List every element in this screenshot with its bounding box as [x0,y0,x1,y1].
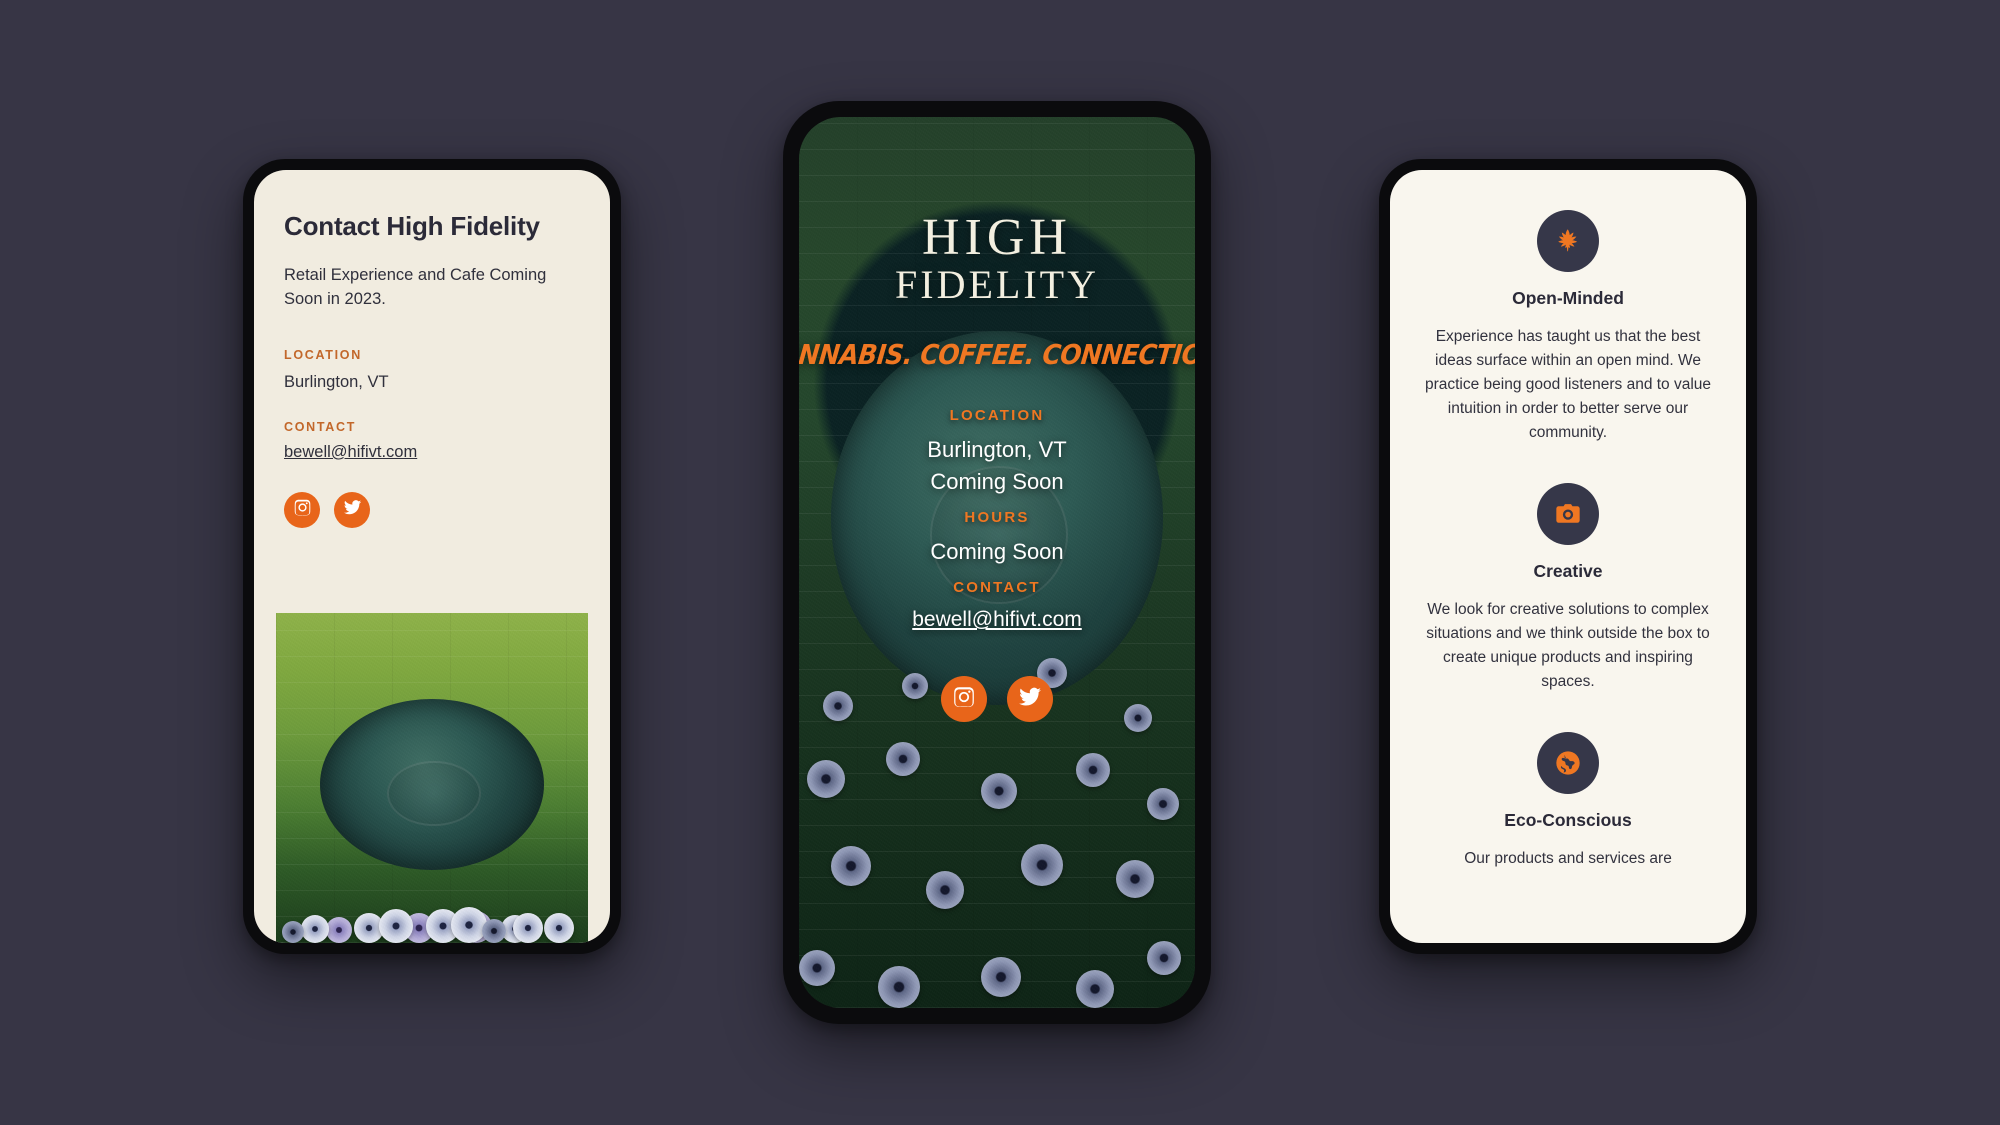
value-title: Open-Minded [1512,288,1624,308]
left-phone-screen: Contact High Fidelity Retail Experience … [254,170,610,943]
film-grain [276,613,588,943]
instagram-link[interactable] [941,676,987,723]
hero-content: HIGH FIDELITY CANNABIS. COFFEE. CONNECTI… [799,117,1195,1008]
twitter-icon [343,498,362,522]
location-value: Burlington, VT [927,437,1067,463]
lead-paragraph: Retail Experience and Cafe Coming Soon i… [284,265,547,308]
instagram-icon [952,685,976,714]
social-links [941,676,1053,723]
location-label: LOCATION [284,347,362,362]
value-body: We look for creative solutions to comple… [1426,601,1710,691]
twitter-link[interactable] [334,491,370,528]
value-body: Experience has taught us that the best i… [1424,328,1712,442]
twitter-link[interactable] [1007,676,1053,723]
logo-line-1: HIGH [922,209,1072,266]
phone-center: HIGH FIDELITY CANNABIS. COFFEE. CONNECTI… [783,101,1211,1024]
cannabis-leaf-icon [1537,210,1599,272]
photo-artwork [276,613,588,943]
email-link[interactable]: bewell@hifivt.com [912,608,1082,632]
contact-label: CONTACT [953,579,1041,597]
phone-right: Open-Minded Experience has taught us tha… [1379,159,1757,954]
landing-hero-screen: HIGH FIDELITY CANNABIS. COFFEE. CONNECTI… [799,117,1195,1008]
location-status: Coming Soon [930,469,1064,495]
instagram-link[interactable] [284,491,320,528]
email-link[interactable]: bewell@hifivt.com [284,443,417,462]
right-phone-screen: Open-Minded Experience has taught us tha… [1390,170,1746,943]
screenshot-stage: Contact High Fidelity Retail Experience … [0,0,2000,1125]
value-card-creative: Creative We look for creative solutions … [1420,483,1716,694]
hours-label: HOURS [964,509,1030,527]
value-card-open-minded: Open-Minded Experience has taught us tha… [1420,210,1716,445]
camera-icon [1537,483,1599,546]
value-title: Eco-Conscious [1504,810,1632,831]
value-card-eco-conscious: Eco-Conscious Our products and services … [1420,732,1716,871]
location-label: LOCATION [949,407,1045,425]
phone-left: Contact High Fidelity Retail Experience … [243,159,621,954]
contact-label: CONTACT [284,419,357,434]
value-body: Our products and services are [1464,850,1672,868]
location-value: Burlington, VT [284,372,389,391]
twitter-icon [1018,685,1042,714]
social-links [284,491,580,528]
value-title: Creative [1533,561,1603,582]
logo-line-2: FIDELITY [895,262,1099,308]
center-phone-screen: HIGH FIDELITY CANNABIS. COFFEE. CONNECTI… [799,117,1195,1008]
hero-photo [276,613,588,943]
hours-value: Coming Soon [930,539,1064,565]
brand-logo: HIGH FIDELITY [895,209,1099,308]
instagram-icon [293,498,312,522]
globe-icon [1537,732,1599,795]
tagline: CANNABIS. COFFEE. CONNECTION. [799,338,1195,371]
page-title: Contact High Fidelity [284,211,540,241]
values-screen: Open-Minded Experience has taught us tha… [1390,170,1746,943]
